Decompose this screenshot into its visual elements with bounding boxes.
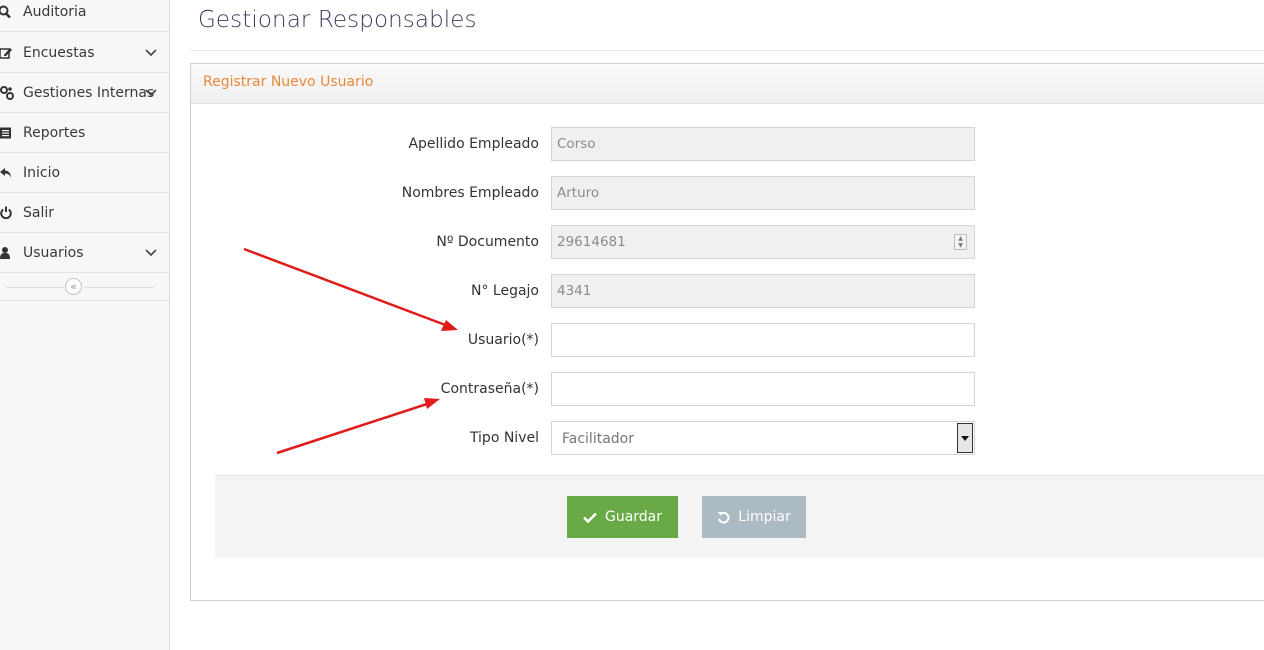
sidebar-item-gestiones-internas[interactable]: Gestiones Internas: [0, 73, 169, 113]
sidebar-item-label: Reportes: [23, 124, 86, 141]
documento-field[interactable]: [551, 225, 975, 259]
tipo-nivel-selected-value: Facilitador: [562, 431, 634, 447]
sidebar-item-label: Encuestas: [23, 44, 95, 61]
undo-icon: [717, 511, 730, 523]
undo-arrow-icon: [0, 166, 14, 180]
cogs-icon: [0, 85, 14, 100]
edit-icon: [0, 46, 14, 60]
usuario-label: Usuario(*): [467, 332, 539, 348]
sidebar-item-salir[interactable]: Salir: [0, 193, 169, 233]
form-row-legajo: N° Legajo: [191, 274, 1264, 308]
caret-down-icon: [961, 435, 969, 441]
nombres-label: Nombres Empleado: [401, 185, 539, 201]
divider: [6, 287, 64, 288]
apellido-label: Apellido Empleado: [408, 136, 539, 152]
sidebar-collapse-row: «: [0, 274, 169, 301]
sidebar-item-label: Gestiones Internas: [23, 84, 155, 101]
documento-label: Nº Documento: [436, 234, 539, 250]
apellido-field[interactable]: [551, 127, 975, 161]
chevron-down-icon: [145, 87, 157, 99]
tipo-nivel-select[interactable]: Facilitador: [551, 421, 975, 455]
double-chevron-left-icon: «: [70, 280, 77, 293]
save-button[interactable]: Guardar: [567, 496, 678, 538]
usuario-field[interactable]: [551, 323, 975, 357]
sidebar-item-inicio[interactable]: Inicio: [0, 153, 169, 193]
save-button-label: Guardar: [604, 509, 663, 525]
sidebar-item-usuarios[interactable]: Usuarios: [0, 233, 169, 273]
check-icon: [583, 512, 597, 523]
password-field[interactable]: [551, 372, 975, 406]
form-row-nombres: Nombres Empleado: [191, 176, 1264, 210]
chevron-down-icon: [145, 47, 157, 59]
search-icon: [0, 5, 14, 19]
sidebar-item-label: Auditoria: [23, 3, 87, 20]
form-row-contrasena: Contraseña(*): [191, 372, 1264, 406]
sidebar-item-encuestas[interactable]: Encuestas: [0, 33, 169, 73]
panel-header: Registrar Nuevo Usuario: [191, 64, 1264, 104]
sidebar: Auditoria Encuestas Gestiones Internas R…: [0, 0, 170, 650]
sidebar-collapse-button[interactable]: «: [65, 278, 82, 295]
nombres-field[interactable]: [551, 176, 975, 210]
select-dropdown-button[interactable]: [957, 423, 973, 453]
sidebar-item-auditoria[interactable]: Auditoria: [0, 0, 169, 32]
power-icon: [0, 206, 14, 220]
register-user-panel: Registrar Nuevo Usuario Apellido Emplead…: [190, 63, 1264, 601]
reset-button[interactable]: Limpiar: [702, 496, 806, 538]
sidebar-item-reportes[interactable]: Reportes: [0, 113, 169, 153]
panel-title: Registrar Nuevo Usuario: [203, 74, 374, 90]
legajo-label: N° Legajo: [470, 283, 539, 299]
chevron-down-icon: [145, 247, 157, 259]
form-row-tipo-nivel: Tipo Nivel Facilitador: [191, 421, 1264, 455]
tipo-nivel-label: Tipo Nivel: [469, 430, 539, 446]
divider: [84, 287, 154, 288]
form-row-apellido: Apellido Empleado: [191, 127, 1264, 161]
title-divider: [190, 50, 1264, 51]
form-actions: Guardar Limpiar: [215, 475, 1264, 558]
number-spinner[interactable]: ▲ ▼: [954, 234, 967, 250]
spin-down-icon[interactable]: ▼: [955, 242, 966, 249]
list-icon: [0, 126, 14, 140]
form-row-documento: Nº Documento ▲ ▼: [191, 225, 1264, 259]
sidebar-item-label: Salir: [23, 204, 55, 221]
reset-button-label: Limpiar: [738, 509, 791, 525]
page-title: Gestionar Responsables: [198, 7, 477, 33]
legajo-field[interactable]: [551, 274, 975, 308]
form-row-usuario: Usuario(*): [191, 323, 1264, 357]
contrasena-label: Contraseña(*): [440, 381, 539, 397]
user-icon: [0, 246, 14, 260]
sidebar-item-label: Inicio: [23, 164, 61, 181]
spin-up-icon[interactable]: ▲: [955, 235, 966, 242]
sidebar-item-label: Usuarios: [23, 244, 84, 261]
